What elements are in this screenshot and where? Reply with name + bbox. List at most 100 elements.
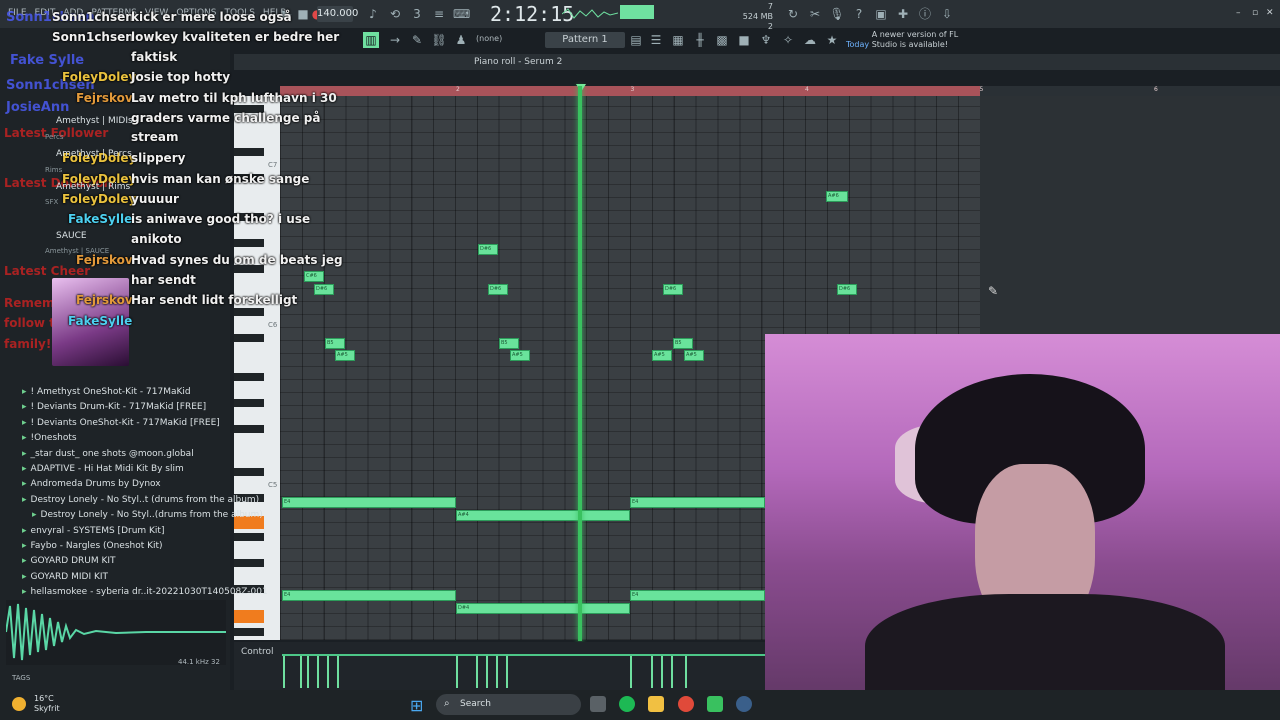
save-icon[interactable]: ▣ <box>873 6 889 22</box>
black-key[interactable] <box>234 425 264 433</box>
browser-list-item[interactable]: ▸ Destroy Lonely - No Styl..(drums from t… <box>32 510 263 520</box>
steam-icon[interactable] <box>736 696 752 712</box>
browser-list-item[interactable]: ▸ ADAPTIVE - Hi Hat Midi Kit By slim <box>22 464 184 474</box>
timeline-ruler-extension[interactable] <box>980 86 1280 96</box>
midi-note[interactable]: D#6 <box>837 284 857 295</box>
black-key[interactable] <box>234 559 264 567</box>
browser-folder[interactable]: Amethyst | Rims <box>56 182 130 192</box>
playhead[interactable] <box>578 86 582 641</box>
midi-note[interactable]: B5 <box>499 338 519 349</box>
browser-folder[interactable]: Amethyst | Percs <box>56 149 132 159</box>
black-key[interactable] <box>234 628 264 636</box>
chat-username[interactable]: FoleyDoley <box>62 192 136 206</box>
midi-note[interactable]: A#5 <box>652 350 672 361</box>
note-grid-extension[interactable] <box>980 96 1280 334</box>
none-selector[interactable]: (none) <box>476 34 502 43</box>
velocity-bar[interactable] <box>671 654 673 688</box>
taskbar-search[interactable]: Search <box>436 694 581 715</box>
velocity-bar[interactable] <box>476 654 478 688</box>
black-key[interactable] <box>234 373 264 381</box>
midi-note[interactable]: E4 <box>282 497 456 508</box>
midi-note[interactable]: A#6 <box>826 191 848 202</box>
task-view-icon[interactable] <box>590 696 606 712</box>
browser-folder[interactable]: Percs <box>45 133 64 141</box>
maximize-icon[interactable]: ▫ <box>1252 8 1258 18</box>
minimize-icon[interactable]: – <box>1236 8 1241 18</box>
black-key[interactable] <box>234 308 264 316</box>
velocity-bar[interactable] <box>486 654 488 688</box>
browser-list-item[interactable]: ▸! Deviants Drum-Kit - 717MaKid [FREE] <box>22 402 206 412</box>
midi-note[interactable]: E4 <box>630 497 765 508</box>
new-pattern-icon[interactable]: ▤ <box>628 32 644 48</box>
black-key[interactable] <box>234 239 264 247</box>
midi-note[interactable]: A#5 <box>684 350 704 361</box>
chat-username[interactable]: Fejrskov <box>76 91 133 105</box>
favorites-icon[interactable]: ★ <box>824 32 840 48</box>
velocity-bar[interactable] <box>456 654 458 688</box>
arrow-icon[interactable]: → <box>387 32 403 48</box>
browser-list-item[interactable]: ▸ Faybo - Nargles (Oneshot Kit) <box>22 541 163 551</box>
midi-note[interactable]: D#6 <box>314 284 334 295</box>
chat-username[interactable]: Sonn1chsen <box>52 30 134 44</box>
file-explorer-icon[interactable] <box>648 696 664 712</box>
midi-note[interactable]: A#4 <box>456 510 630 521</box>
weather-widget[interactable]: 16°C Skyfrit <box>34 694 60 714</box>
sample-preview[interactable] <box>5 600 226 665</box>
channel-rack-icon[interactable]: ☰ <box>648 32 664 48</box>
spotify-icon[interactable] <box>619 696 635 712</box>
velocity-bar[interactable] <box>327 654 329 688</box>
velocity-bar[interactable] <box>317 654 319 688</box>
piano-roll-icon[interactable]: ▦ <box>670 32 686 48</box>
velocity-bar[interactable] <box>307 654 309 688</box>
midi-note[interactable]: D#6 <box>663 284 683 295</box>
typing-keyboard-icon[interactable]: ⌨ <box>453 6 470 22</box>
snap-icon[interactable]: ▥ <box>363 32 379 48</box>
info-icon[interactable]: ⓘ <box>917 6 933 22</box>
browser-list-item[interactable]: ▸ envyral - SYSTEMS [Drum Kit] <box>22 526 164 536</box>
velocity-bar[interactable] <box>300 654 302 688</box>
metronome-icon[interactable]: ♪ <box>365 6 381 22</box>
black-key[interactable] <box>234 148 264 156</box>
browser-folder[interactable]: Amethyst | MIDIs <box>56 116 133 126</box>
black-key[interactable] <box>234 533 264 541</box>
velocity-bar[interactable] <box>651 654 653 688</box>
black-key[interactable] <box>234 468 264 476</box>
link-icon[interactable]: ✂ <box>807 6 823 22</box>
midi-note[interactable]: A#5 <box>335 350 355 361</box>
countdown-icon[interactable]: 3 <box>409 6 425 22</box>
midi-note[interactable]: D#6 <box>478 244 498 255</box>
browser-list-item[interactable]: ▸ Destroy Lonely - No Styl..t (drums from… <box>22 495 259 505</box>
velocity-bar[interactable] <box>337 654 339 688</box>
browser-folder[interactable]: SAUCE <box>56 231 87 241</box>
windows-start-icon[interactable]: ⊞ <box>410 696 423 715</box>
piano-roll-titlebar[interactable]: Piano roll - Serum 2 <box>234 54 1280 70</box>
browser-folder[interactable]: Rims <box>45 166 62 174</box>
browser-list-item[interactable]: ▸ GOYARD MIDI KIT <box>22 572 108 582</box>
chat-username[interactable]: FoleyDoley <box>62 70 136 84</box>
midi-note[interactable]: C#6 <box>304 271 324 282</box>
velocity-bar[interactable] <box>283 654 285 688</box>
export-icon[interactable]: ♆ <box>758 32 774 48</box>
browser-list-item[interactable]: ▸ !Oneshots <box>22 433 77 443</box>
chrome-icon[interactable] <box>678 696 694 712</box>
velocity-bar[interactable] <box>630 654 632 688</box>
black-key[interactable] <box>234 334 264 342</box>
browser-folder[interactable]: SFX <box>45 198 58 206</box>
stamp-icon[interactable]: ♟ <box>453 32 469 48</box>
chat-username[interactable]: Sonn1chsen <box>52 10 134 24</box>
pencil-icon[interactable]: ✎ <box>409 32 425 48</box>
close-icon[interactable]: ✕ <box>1266 8 1274 18</box>
refresh-icon[interactable]: ↻ <box>785 6 801 22</box>
black-key[interactable] <box>234 399 264 407</box>
chat-username[interactable]: FakeSylle <box>68 212 132 226</box>
mixer-icon[interactable]: ≡ <box>431 6 447 22</box>
browser-list-item[interactable]: ▸ Andromeda Drums by Dynox <box>22 479 161 489</box>
velocity-bar[interactable] <box>506 654 508 688</box>
chat-username[interactable]: FakeSylle <box>68 314 132 328</box>
browser-list-item[interactable]: ▸! Amethyst OneShot-Kit - 717MaKid <box>22 387 191 397</box>
browser-list-item[interactable]: ▸ GOYARD DRUM KIT <box>22 556 116 566</box>
plugin-icon[interactable]: ✚ <box>895 6 911 22</box>
browser-list-item[interactable]: ▸! Deviants OneShot-Kit - 717MaKid [FREE… <box>22 418 220 428</box>
microphone-icon[interactable]: 🎙 <box>829 6 845 22</box>
mixer-sliders-icon[interactable]: ╫ <box>692 32 708 48</box>
